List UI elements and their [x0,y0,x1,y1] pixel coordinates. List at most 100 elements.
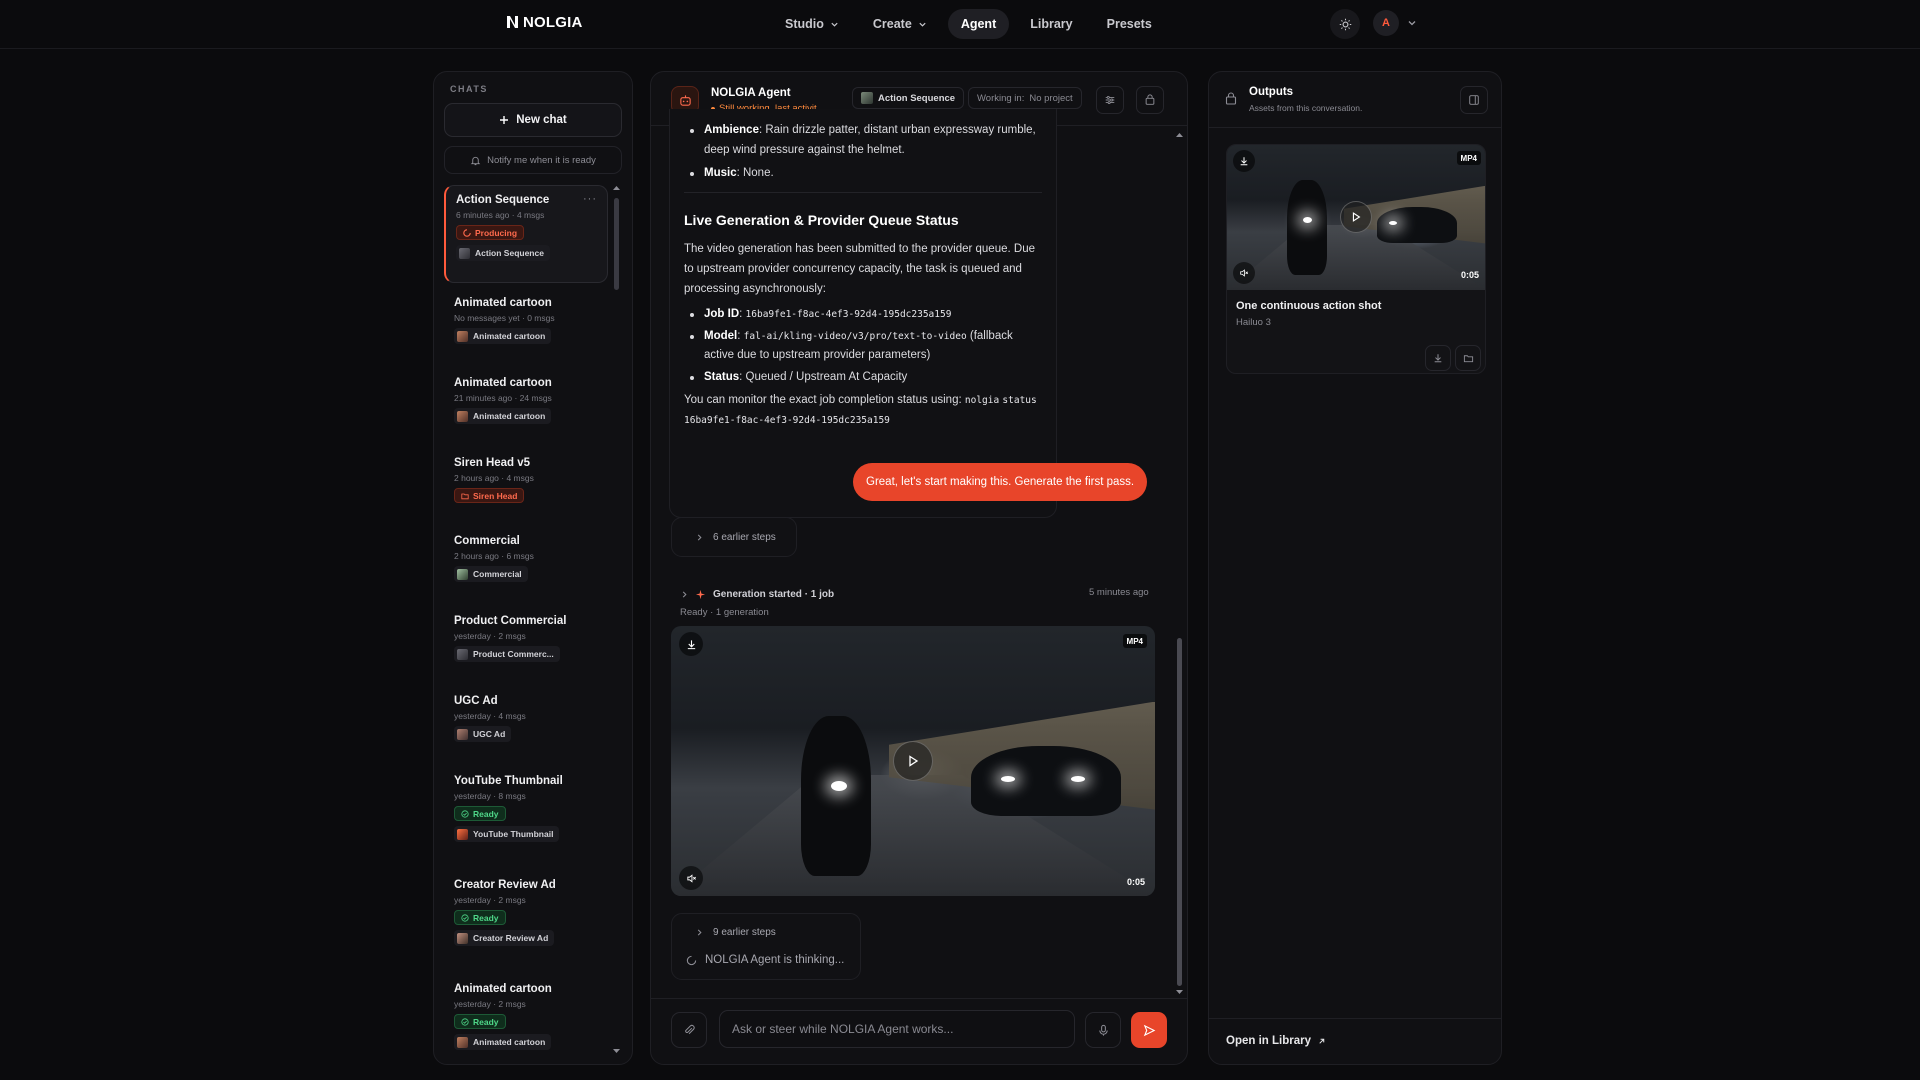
project-tag-label: Product Commerc... [473,649,554,659]
status-badge: Ready [454,806,506,821]
output-card[interactable]: MP4 0:05 One continuous action shot Hail… [1226,144,1486,374]
status-badge-label: Ready [473,1016,499,1027]
composer-input[interactable] [719,1010,1075,1048]
chat-meta: yesterday · 2 msgs [454,631,526,641]
scroll-down-arrow-icon[interactable] [612,1048,621,1054]
working-in-chip[interactable]: Working in: No project [968,87,1082,109]
format-badge: MP4 [1122,634,1147,648]
scroll-up-arrow-icon[interactable] [1175,132,1184,138]
download-output-button[interactable] [1425,345,1451,371]
scroll-down-arrow-icon[interactable] [1175,989,1184,995]
outputs-subtitle: Assets from this conversation. [1249,103,1363,113]
folder-icon [461,493,469,499]
generation-label: Generation started · 1 job [713,588,835,600]
generated-video-player[interactable]: MP4 0:05 [671,626,1155,896]
project-chip[interactable]: Action Sequence [852,87,965,109]
mute-toggle-button[interactable] [679,866,703,890]
nav-presets-label: Presets [1106,17,1152,31]
project-tag: Commercial [454,566,528,582]
save-to-folder-button[interactable] [1455,345,1481,371]
chat-item-action-sequence[interactable]: Action Sequence ··· 6 minutes ago · 4 ms… [444,185,608,283]
video-frame-headlight [1303,217,1312,223]
project-thumbnail [457,330,468,342]
chevron-down-icon [831,22,838,27]
status-badge: Ready [454,1014,506,1029]
ambience-label: Ambience [704,124,759,136]
check-circle-icon [461,809,469,818]
list-item: Model: fal-ai/kling-video/v3/pro/text-to… [684,327,1042,366]
earlier-steps-toggle[interactable]: 9 earlier steps [696,927,776,938]
generation-time: 5 minutes ago [1089,587,1149,598]
brand-logo[interactable]: NOLGIA [506,13,583,31]
chat-item-animated-cartoon[interactable]: Animated cartoon 21 minutes ago · 24 msg… [444,369,608,433]
new-chat-button[interactable]: New chat [444,103,622,137]
archive-button[interactable] [1136,86,1164,114]
send-button[interactable] [1131,1012,1167,1048]
scroll-up-arrow-icon[interactable] [612,185,621,191]
agent-name: NOLGIA Agent [711,87,791,99]
project-tag-label: Animated cartoon [473,331,546,341]
nav-studio[interactable]: Studio [772,9,852,39]
output-video-player[interactable]: MP4 0:05 [1227,145,1485,290]
chevron-right-icon [697,534,702,540]
status-badge-label: Producing [475,227,518,238]
project-tag-label: Animated cartoon [473,1037,546,1047]
project-thumbnail [457,410,468,422]
chat-item-youtube-thumbnail[interactable]: YouTube Thumbnail yesterday · 8 msgs Rea… [444,767,608,851]
chat-meta: 21 minutes ago · 24 msgs [454,393,552,403]
video-frame-headlight [1001,776,1015,782]
check-circle-icon [461,1017,469,1026]
plus-icon [500,116,509,124]
chat-scrollbar-thumb[interactable] [1177,638,1182,986]
nav-presets[interactable]: Presets [1094,9,1165,39]
chat-item-product-commercial[interactable]: Product Commercial yesterday · 2 msgs Pr… [444,607,608,671]
output-title: One continuous action shot [1236,300,1382,312]
microphone-button[interactable] [1085,1012,1121,1048]
play-icon [909,755,919,767]
status-badge-label: Ready [473,808,499,819]
chat-item-siren-head[interactable]: Siren Head v5 2 hours ago · 4 msgs Siren… [444,449,608,511]
box-icon [1225,92,1237,105]
main-nav: Studio Create Agent Library Presets [772,9,1165,39]
attach-button[interactable] [671,1012,707,1048]
earlier-steps-toggle[interactable]: 6 earlier steps [671,517,797,557]
video-frame-car [971,746,1121,816]
nav-agent[interactable]: Agent [947,9,1010,39]
mute-toggle-button[interactable] [1233,262,1255,284]
model-label: Model [704,329,738,342]
chat-item-creator-review-ad[interactable]: Creator Review Ad yesterday · 2 msgs Rea… [444,871,608,955]
play-button[interactable] [893,741,933,781]
sidebar-scrollbar-thumb[interactable] [614,198,619,290]
download-button[interactable] [1233,150,1255,172]
project-tag: Animated cartoon [454,328,552,344]
avatar-chevron-down-icon[interactable] [1407,18,1417,28]
notify-when-ready-button[interactable]: Notify me when it is ready [444,146,622,174]
more-options-icon[interactable]: ··· [583,193,597,205]
theme-toggle-button[interactable] [1330,9,1360,39]
open-in-library-link[interactable]: Open in Library [1226,1035,1326,1047]
job-id-label: Job ID [704,308,740,321]
play-button[interactable] [1340,201,1372,233]
microphone-icon [1098,1024,1108,1036]
monitor-paragraph: You can monitor the exact job completion… [684,391,1042,430]
chat-item-animated-cartoon[interactable]: Animated cartoon No messages yet · 0 msg… [444,289,608,353]
video-frame-car [1377,207,1457,243]
nav-library[interactable]: Library [1017,9,1085,39]
bell-icon [470,156,481,165]
chat-item-commercial[interactable]: Commercial 2 hours ago · 6 msgs Commerci… [444,527,608,591]
project-tag: Animated cartoon [454,408,552,424]
generation-started-row[interactable]: Generation started · 1 job [681,586,1159,602]
chat-item-animated-cartoon[interactable]: Animated cartoon yesterday · 2 msgs Read… [444,975,608,1059]
nav-create[interactable]: Create [860,9,940,39]
settings-sliders-button[interactable] [1096,86,1124,114]
play-icon [1352,212,1361,222]
notify-label: Notify me when it is ready [487,154,596,166]
chat-meta: yesterday · 2 msgs [454,895,526,905]
collapse-panel-button[interactable] [1460,86,1488,114]
status-label: Status [704,370,740,383]
status-badge-label: Ready [473,912,499,923]
new-chat-label: New chat [516,114,567,126]
user-avatar[interactable]: A [1373,10,1399,36]
chat-item-ugc-ad[interactable]: UGC Ad yesterday · 4 msgs UGC Ad [444,687,608,751]
download-button[interactable] [679,632,703,656]
